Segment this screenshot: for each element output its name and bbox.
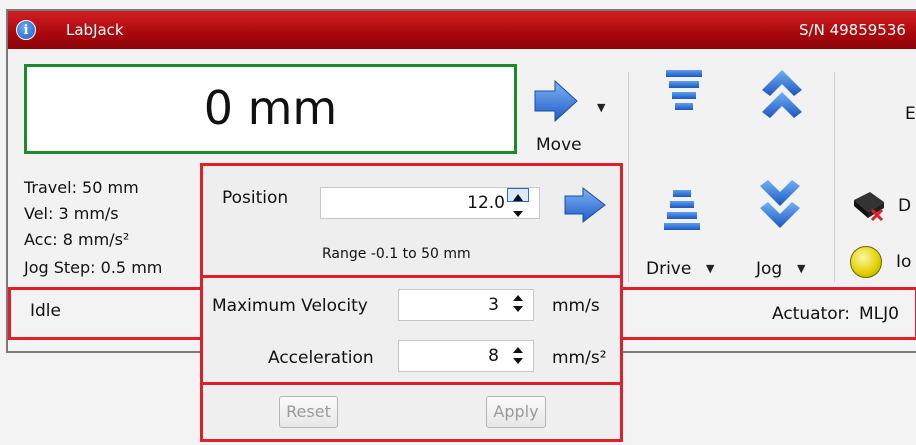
- position-display: 0 mm: [24, 64, 517, 154]
- position-label: Position: [222, 188, 289, 208]
- max-velocity-unit: mm/s: [552, 296, 600, 316]
- serial-number: S/N 49859536: [799, 21, 906, 39]
- position-spin-down-icon[interactable]: [510, 204, 526, 217]
- disconnect-icon[interactable]: [850, 190, 890, 222]
- actuator-value: MLJ0: [859, 304, 899, 324]
- right-partial-label: E: [905, 104, 916, 124]
- jog-label[interactable]: Jog: [756, 259, 782, 279]
- move-dropdown-icon[interactable]: ▼: [597, 101, 605, 114]
- drive-up-icon[interactable]: [664, 68, 704, 118]
- move-arrow-icon[interactable]: [533, 79, 579, 123]
- jog-dropdown-icon[interactable]: ▼: [797, 262, 805, 275]
- identify-label[interactable]: Io: [896, 252, 911, 272]
- go-to-position-icon[interactable]: [563, 186, 607, 224]
- jog-up-icon[interactable]: [760, 68, 804, 124]
- buttons-panel: [200, 382, 623, 442]
- acceleration-unit: mm/s²: [552, 348, 607, 368]
- actuator-label: Actuator:: [772, 304, 851, 324]
- acceleration-spinner-icon[interactable]: [510, 345, 526, 367]
- acceleration-label: Acceleration: [268, 348, 374, 368]
- drive-dropdown-icon[interactable]: ▼: [706, 262, 714, 275]
- travel-text: Travel: 50 mm: [24, 178, 139, 197]
- title-bar: i LabJack S/N 49859536: [8, 11, 916, 49]
- move-label: Move: [536, 135, 582, 155]
- jog-down-icon[interactable]: [758, 180, 802, 236]
- acceleration-text: Acc: 8 mm/s²: [24, 230, 130, 249]
- divider: [834, 72, 835, 282]
- position-spin-up-icon[interactable]: [507, 188, 529, 202]
- reset-button[interactable]: Reset: [279, 396, 338, 428]
- max-velocity-label: Maximum Velocity: [212, 296, 368, 316]
- apply-button[interactable]: Apply: [486, 396, 546, 428]
- device-title: LabJack: [66, 21, 124, 39]
- status-led-icon: [850, 246, 882, 278]
- info-icon[interactable]: i: [16, 20, 36, 40]
- jog-step-text: Jog Step: 0.5 mm: [24, 258, 163, 277]
- status-text: Idle: [30, 301, 61, 321]
- drive-down-icon[interactable]: [662, 188, 702, 238]
- velocity-text: Vel: 3 mm/s: [24, 204, 119, 223]
- range-text: Range -0.1 to 50 mm: [322, 246, 471, 262]
- divider: [628, 72, 629, 282]
- disconnect-label: D: [898, 196, 912, 216]
- drive-label[interactable]: Drive: [646, 259, 691, 279]
- max-velocity-spinner-icon[interactable]: [510, 293, 526, 315]
